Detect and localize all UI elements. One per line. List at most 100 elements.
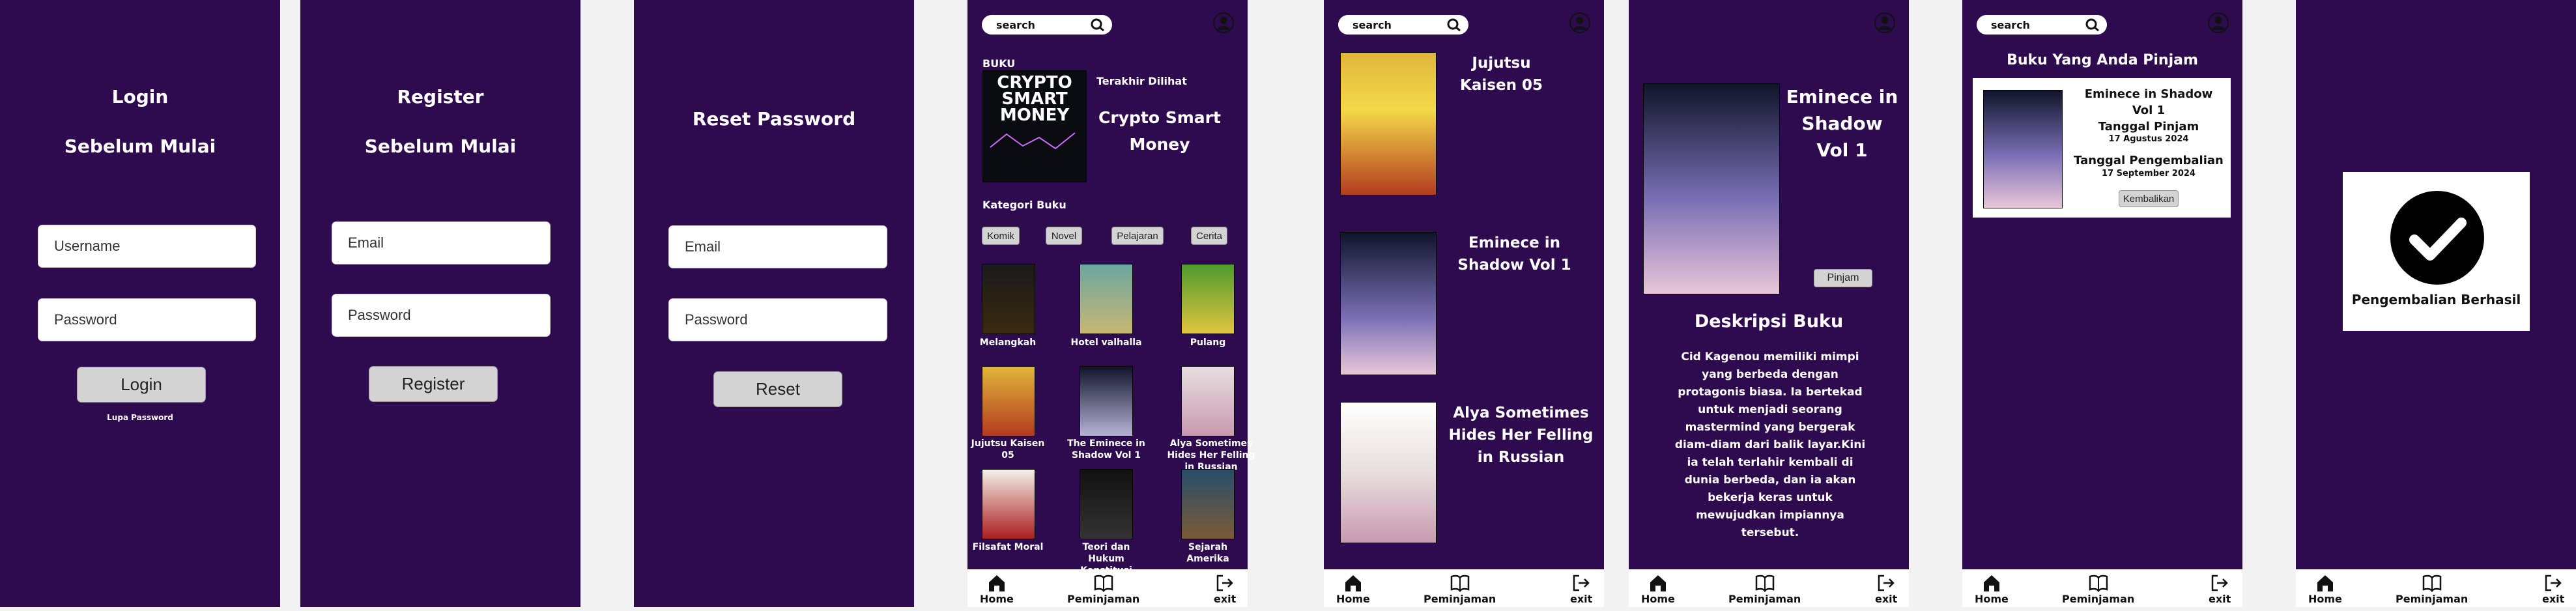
- chart-line-decoration: [990, 132, 1076, 150]
- book-title: Alya Sometimes Hides Her Felling in Russ…: [1167, 438, 1255, 472]
- register-subtitle: Sebelum Mulai: [364, 135, 517, 157]
- category-novel[interactable]: Novel: [1046, 227, 1082, 245]
- home-icon: [2317, 575, 2333, 591]
- nav-peminjaman[interactable]: Peminjaman: [1424, 573, 1496, 605]
- password-input[interactable]: Password: [38, 298, 256, 341]
- nav-home[interactable]: Home: [1336, 573, 1370, 605]
- nav-exit[interactable]: exit: [2209, 573, 2231, 605]
- book-cover[interactable]: [1983, 90, 2063, 208]
- home-icon: [1983, 575, 1999, 591]
- book-cover: [1643, 83, 1780, 294]
- profile-icon[interactable]: [2207, 12, 2229, 34]
- profile-icon[interactable]: [1569, 12, 1591, 34]
- register-button[interactable]: Register: [369, 366, 498, 402]
- success-message: Pengembalian Berhasil: [2351, 292, 2521, 307]
- nav-home[interactable]: Home: [1641, 573, 1675, 605]
- nav-peminjaman[interactable]: Peminjaman: [1728, 573, 1801, 605]
- book-cover[interactable]: [1340, 52, 1437, 195]
- book-cover[interactable]: [1080, 469, 1133, 539]
- book-cover[interactable]: [982, 264, 1035, 334]
- nav-home-label: Home: [1975, 593, 2009, 605]
- nav-home-label: Home: [1336, 593, 1370, 605]
- nav-exit[interactable]: exit: [1875, 573, 1897, 605]
- book-icon: [1755, 575, 1774, 593]
- search-icon: [1447, 18, 1461, 32]
- nav-peminjaman-label: Peminjaman: [2062, 593, 2135, 605]
- home-screen: search BUKU CRYPTO SMART MONEY Terakhir …: [967, 0, 1255, 607]
- nav-home[interactable]: Home: [980, 573, 1014, 605]
- book-title[interactable]: Eminece in Shadow Vol 1: [1441, 232, 1588, 276]
- email-input[interactable]: Email: [332, 221, 551, 264]
- check-circle-icon: [2390, 191, 2484, 285]
- category-title: Kategori Buku: [982, 199, 1066, 211]
- book-title: Eminece in Shadow Vol 1: [1786, 86, 1898, 161]
- book-cover[interactable]: [1181, 469, 1235, 539]
- nav-home[interactable]: Home: [2308, 573, 2342, 605]
- nav-exit-label: exit: [1875, 593, 1898, 605]
- nav-home[interactable]: Home: [1975, 573, 2009, 605]
- book-cover[interactable]: [1181, 264, 1235, 334]
- recent-label: Terakhir Dilihat: [1096, 75, 1187, 87]
- book-cover[interactable]: [1181, 366, 1235, 436]
- success-card: Pengembalian Berhasil: [2343, 172, 2530, 331]
- description-title: Deskripsi Buku: [1694, 311, 1844, 332]
- nav-exit-label: exit: [2542, 593, 2565, 605]
- nav-exit[interactable]: exit: [2542, 573, 2564, 605]
- login-button[interactable]: Login: [77, 367, 206, 403]
- book-icon: [1094, 575, 1113, 593]
- book-cover[interactable]: [982, 469, 1035, 539]
- username-input[interactable]: Username: [38, 225, 256, 268]
- book-cover[interactable]: [982, 366, 1035, 436]
- nav-peminjaman-label: Peminjaman: [1424, 593, 1496, 605]
- category-cerita[interactable]: Cerita: [1191, 227, 1227, 245]
- search-icon: [1091, 18, 1104, 32]
- nav-exit[interactable]: exit: [1570, 573, 1592, 605]
- nav-home-label: Home: [1641, 593, 1675, 605]
- book-cover[interactable]: [1080, 264, 1133, 334]
- exit-icon: [2211, 575, 2228, 591]
- nav-exit-label: exit: [1570, 593, 1593, 605]
- nav-home-label: Home: [980, 593, 1014, 605]
- return-date-label: Tanggal Pengembalian: [2074, 154, 2224, 167]
- nav-peminjaman[interactable]: Peminjaman: [1067, 573, 1139, 605]
- password-input[interactable]: Password: [668, 298, 887, 341]
- reset-title: Reset Password: [692, 108, 856, 130]
- reset-button[interactable]: Reset: [713, 371, 842, 407]
- category-komik[interactable]: Komik: [982, 227, 1020, 245]
- cover-title: CRYPTO SMART MONEY: [997, 73, 1072, 125]
- exit-icon: [1878, 575, 1895, 591]
- description-text: Cid Kagenou memiliki mimpi yang berbeda …: [1674, 350, 1866, 539]
- email-input[interactable]: Email: [668, 225, 887, 268]
- book-cover[interactable]: [1340, 402, 1437, 543]
- nav-exit-label: exit: [1214, 593, 1237, 605]
- recent-book-title[interactable]: Crypto Smart Money: [1091, 104, 1228, 158]
- login-title: Login: [111, 86, 169, 107]
- book-title: Filsafat Moral: [972, 542, 1044, 552]
- profile-icon[interactable]: [1212, 12, 1235, 34]
- forgot-password-link[interactable]: Lupa Password: [0, 413, 280, 422]
- nav-home-label: Home: [2308, 593, 2342, 605]
- book-title[interactable]: Jujutsu Kaisen 05: [1448, 52, 1555, 96]
- book-detail-screen: Eminece in Shadow Vol 1 Pinjam Deskripsi…: [1629, 0, 1909, 607]
- bottom-nav: Home Peminjaman exit: [967, 569, 1248, 607]
- borrow-button[interactable]: Pinjam: [1814, 269, 1872, 287]
- book-title[interactable]: Alya Sometimes Hides Her Felling in Russ…: [1441, 402, 1601, 468]
- book-cover[interactable]: [1080, 366, 1133, 436]
- nav-exit-label: exit: [2209, 593, 2231, 605]
- loans-title: Buku Yang Anda Pinjam: [2007, 52, 2198, 68]
- login-subtitle: Sebelum Mulai: [64, 135, 216, 157]
- return-button[interactable]: Kembalikan: [2119, 190, 2179, 207]
- recent-book-cover[interactable]: CRYPTO SMART MONEY: [982, 70, 1087, 182]
- nav-exit[interactable]: exit: [1214, 573, 1236, 605]
- book-cover[interactable]: [1340, 232, 1437, 375]
- login-screen: Login Sebelum Mulai Username Password Lo…: [0, 0, 280, 607]
- password-input[interactable]: Password: [332, 294, 551, 337]
- book-title: Jujutsu Kaisen 05: [971, 438, 1045, 461]
- loan-book-title: Eminece in Shadow Vol 1: [2084, 87, 2213, 117]
- category-pelajaran[interactable]: Pelajaran: [1111, 227, 1164, 245]
- borrow-date-label: Tanggal Pinjam: [2098, 120, 2199, 134]
- nav-peminjaman[interactable]: Peminjaman: [2396, 573, 2468, 605]
- nav-peminjaman[interactable]: Peminjaman: [2062, 573, 2134, 605]
- profile-icon[interactable]: [1874, 12, 1896, 34]
- loans-screen: search Buku Yang Anda Pinjam Eminece in …: [1962, 0, 2242, 607]
